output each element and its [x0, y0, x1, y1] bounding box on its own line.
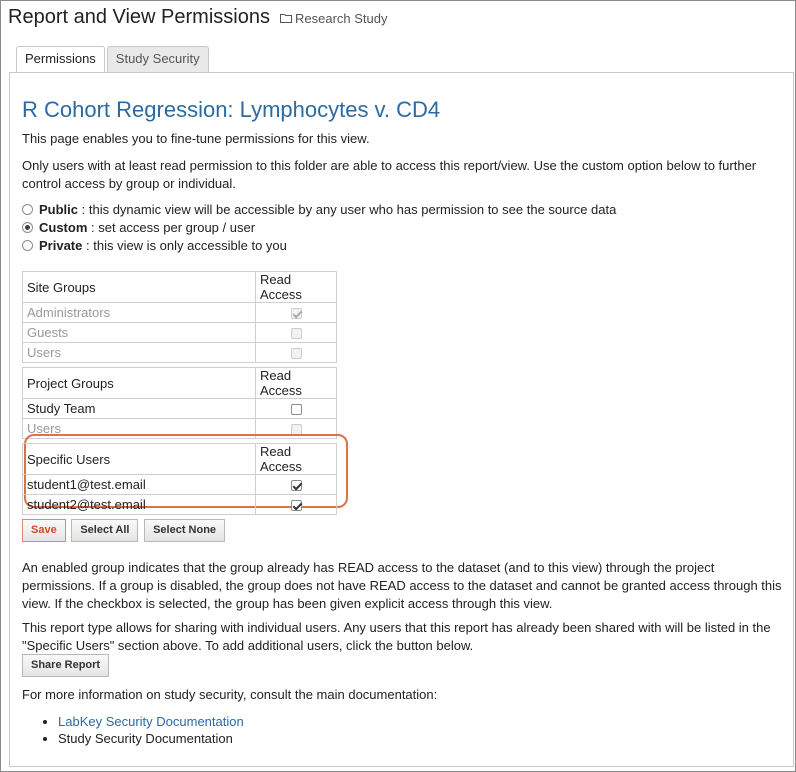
specific-users-table: Specific Users Read Access student1@test…: [22, 443, 337, 515]
read-access-checkbox[interactable]: [290, 500, 302, 512]
report-title: R Cohort Regression: Lymphocytes v. CD4: [22, 97, 441, 122]
tab-bar: Permissions Study Security: [16, 46, 211, 73]
project-groups-table: Project Groups Read Access Study Team Us…: [22, 367, 337, 439]
read-access-checkbox: [290, 328, 302, 340]
site-groups-header: Site Groups: [22, 271, 256, 303]
table-row: Administrators: [22, 302, 337, 323]
share-wrap: Share Report: [22, 654, 111, 677]
select-all-button[interactable]: Select All: [71, 519, 139, 542]
table-row: Users: [22, 342, 337, 363]
access-note: Only users with at least read permission…: [22, 158, 757, 191]
doc-links-list: LabKey Security Documentation Study Secu…: [22, 713, 244, 747]
permissions-panel: R Cohort Regression: Lymphocytes v. CD4 …: [9, 72, 794, 767]
option-custom[interactable]: Custom : set access per group / user: [22, 218, 616, 236]
read-access-checkbox: [290, 308, 302, 320]
page-title: Report and View Permissions: [8, 6, 270, 28]
table-header-row: Project Groups Read Access: [22, 367, 337, 399]
group-name: Study Team: [22, 398, 256, 419]
table-row: Study Team: [22, 398, 337, 419]
tab-permissions[interactable]: Permissions: [16, 46, 105, 73]
public-desc: : this dynamic view will be accessible b…: [81, 201, 617, 217]
folder-icon: [279, 14, 292, 23]
user-email: student2@test.email: [22, 494, 256, 515]
window-frame: Report and View Permissions Research Stu…: [0, 0, 796, 772]
option-private[interactable]: Private : this view is only accessible t…: [22, 236, 616, 254]
read-access-checkbox[interactable]: [290, 480, 302, 492]
group-name: Administrators: [22, 302, 256, 323]
table-header-row: Site Groups Read Access: [22, 271, 337, 303]
list-item: LabKey Security Documentation: [58, 713, 244, 730]
project-groups-header: Project Groups: [22, 367, 256, 399]
read-access-header: Read Access: [255, 443, 337, 475]
table-header-row: Specific Users Read Access: [22, 443, 337, 475]
private-desc: : this view is only accessible to you: [86, 237, 287, 253]
read-access-header: Read Access: [255, 271, 337, 303]
private-label: Private: [39, 237, 83, 253]
public-radio[interactable]: [22, 203, 33, 215]
read-access-checkbox: [290, 348, 302, 360]
table-row: student1@test.email: [22, 474, 337, 495]
group-name: Users: [22, 342, 256, 363]
group-name: Guests: [22, 322, 256, 343]
read-access-header: Read Access: [255, 367, 337, 399]
table-row: Guests: [22, 322, 337, 343]
enabled-group-info: An enabled group indicates that the grou…: [22, 560, 782, 611]
folder-breadcrumb[interactable]: Research Study: [279, 10, 388, 26]
more-info-text: For more information on study security, …: [22, 687, 438, 702]
public-label: Public: [39, 201, 79, 217]
user-email: student1@test.email: [22, 474, 256, 495]
action-buttons: Save Select All Select None: [22, 519, 227, 542]
title-bar: Report and View Permissions Research Stu…: [8, 6, 387, 32]
save-button[interactable]: Save: [22, 519, 66, 542]
access-options: Public : this dynamic view will be acces…: [22, 200, 616, 254]
table-row: student2@test.email: [22, 494, 337, 515]
select-none-button[interactable]: Select None: [144, 519, 226, 542]
share-report-button[interactable]: Share Report: [22, 654, 110, 677]
custom-desc: : set access per group / user: [91, 219, 256, 235]
read-access-checkbox[interactable]: [290, 404, 302, 416]
specific-users-header: Specific Users: [22, 443, 256, 475]
labkey-security-doc-link[interactable]: LabKey Security Documentation: [58, 714, 244, 729]
tab-study-security[interactable]: Study Security: [106, 46, 209, 72]
private-radio[interactable]: [22, 239, 33, 251]
site-groups-table: Site Groups Read Access Administrators G…: [22, 271, 337, 363]
folder-name: Research Study: [294, 10, 388, 26]
sharing-info: This report type allows for sharing with…: [22, 620, 771, 653]
list-item: Study Security Documentation: [58, 730, 244, 747]
custom-label: Custom: [39, 219, 88, 235]
intro-text: This page enables you to fine-tune permi…: [22, 131, 370, 146]
custom-radio[interactable]: [22, 221, 33, 233]
option-public[interactable]: Public : this dynamic view will be acces…: [22, 200, 616, 218]
